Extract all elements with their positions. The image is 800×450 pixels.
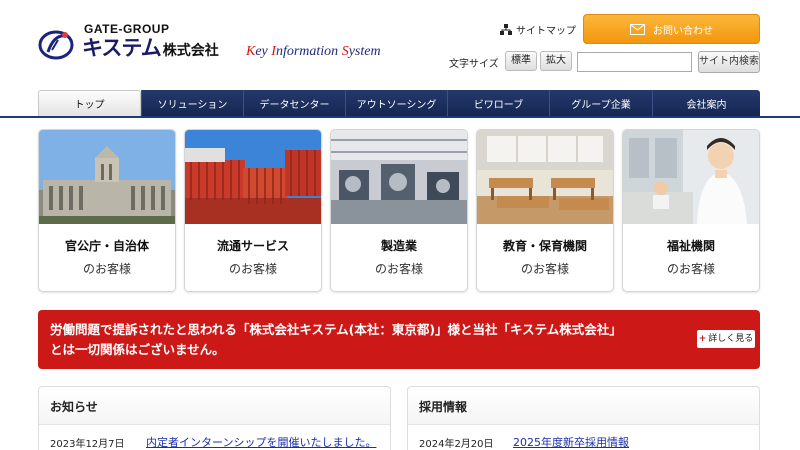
news-title: お知らせ [50, 400, 98, 414]
nav-item-biwalobe[interactable]: ビワローブ [447, 90, 549, 116]
read-more-button[interactable]: + 詳しく見る [697, 330, 755, 348]
nav-item-datacenter[interactable]: データセンター [243, 90, 345, 116]
sitemap-label: サイトマップ [516, 26, 576, 37]
news-panel-header: お知らせ [39, 387, 390, 425]
sitemap-link[interactable]: サイトマップ [500, 22, 576, 37]
category-card-distribution[interactable]: 流通サービス のお客様 [184, 129, 322, 292]
font-standard-button[interactable]: 標準 [505, 51, 537, 71]
category-title: 福祉機関 [666, 239, 715, 253]
global-nav: トップ ソリューション データセンター アウトソーシング ビワローブ グループ企… [38, 90, 760, 116]
classroom-image [477, 130, 613, 224]
shipping-containers-image [185, 130, 321, 224]
recruit-date: 2024年2月20日 [419, 439, 494, 450]
category-sub: のお客様 [520, 262, 569, 276]
disclaimer-banner: 労働問題で提訴されたと思われる「株式会社キステム(本社：東京都)」様と当社「キス… [38, 310, 760, 369]
tagline-ystem: ystem [348, 44, 381, 59]
nav-item-group[interactable]: グループ企業 [549, 90, 652, 116]
nav-item-top[interactable]: トップ [38, 90, 141, 116]
read-more-label: 詳しく見る [708, 334, 754, 344]
category-title: 官公庁・自治体 [64, 239, 149, 253]
logo-group-text: GATE-GROUP [84, 22, 170, 36]
font-large-button[interactable]: 拡大 [540, 51, 572, 71]
company-logo[interactable]: GATE-GROUP キステム 株式会社 Key Information Syst… [38, 22, 398, 66]
font-size-label: 文字サイズ [449, 59, 499, 70]
factory-line-image [331, 130, 467, 224]
recruit-link[interactable]: 2025年度新卒採用情報 [513, 434, 629, 450]
disclaimer-line-1: 労働問題で提訴されたと思われる「株式会社キステム(本社：東京都)」様と当社「キス… [50, 322, 622, 337]
tagline-nformation: nformation [275, 44, 342, 59]
sitemap-icon [500, 23, 512, 35]
news-panel: お知らせ 2023年12月7日 内定者インターンシップを開催いたしました。 [38, 386, 391, 450]
news-date: 2023年12月7日 [50, 439, 125, 450]
nav-item-solution[interactable]: ソリューション [141, 90, 243, 116]
category-card-manufacturing[interactable]: 製造業 のお客様 [330, 129, 468, 292]
site-search-button[interactable]: サイト内検索 [698, 51, 760, 73]
page: GATE-GROUP キステム 株式会社 Key Information Syst… [0, 0, 800, 450]
logo-name-suffix: 株式会社 [162, 43, 219, 59]
logo-tagline: Key Information System [246, 44, 381, 60]
plus-icon: + [698, 334, 707, 344]
nurse-image [623, 130, 759, 224]
search-input[interactable] [577, 52, 692, 72]
recruit-panel-header: 採用情報 [408, 387, 759, 425]
category-sub: のお客様 [228, 262, 277, 276]
contact-button[interactable]: お問い合わせ [583, 14, 760, 44]
logo-name-main: キステム [82, 36, 162, 60]
logo-company-name: キステム 株式会社 [82, 36, 219, 63]
category-title: 製造業 [380, 239, 417, 253]
category-sub: のお客様 [82, 262, 131, 276]
nav-item-company[interactable]: 会社案内 [652, 90, 760, 116]
category-card-education[interactable]: 教育・保育機関 のお客様 [476, 129, 614, 292]
nav-item-outsourcing[interactable]: アウトソーシング [345, 90, 447, 116]
category-sub: のお客様 [374, 262, 423, 276]
category-sub: のお客様 [666, 262, 715, 276]
tagline-k: K [246, 44, 256, 59]
mail-icon [630, 23, 645, 35]
recruit-panel: 採用情報 2024年2月20日 2025年度新卒採用情報 [407, 386, 760, 450]
category-title: 流通サービス [216, 239, 289, 253]
category-title: 教育・保育機関 [502, 239, 587, 253]
nav-underline [0, 116, 800, 118]
tagline-s: S [341, 44, 349, 59]
news-link[interactable]: 内定者インターンシップを開催いたしました。 [146, 434, 376, 450]
disclaimer-text: 労働問題で提訴されたと思われる「株式会社キステム(本社：東京都)」様と当社「キス… [50, 320, 700, 360]
tagline-ey: ey [255, 44, 272, 59]
category-card-welfare[interactable]: 福祉機関 のお客様 [622, 129, 760, 292]
category-card-government[interactable]: 官公庁・自治体 のお客様 [38, 129, 176, 292]
disclaimer-line-2: とは一切関係はございません。 [50, 342, 225, 357]
contact-label: お問い合わせ [653, 25, 713, 37]
logo-mark-icon [38, 30, 74, 60]
recruit-title: 採用情報 [419, 400, 468, 414]
government-building-image [39, 130, 175, 224]
